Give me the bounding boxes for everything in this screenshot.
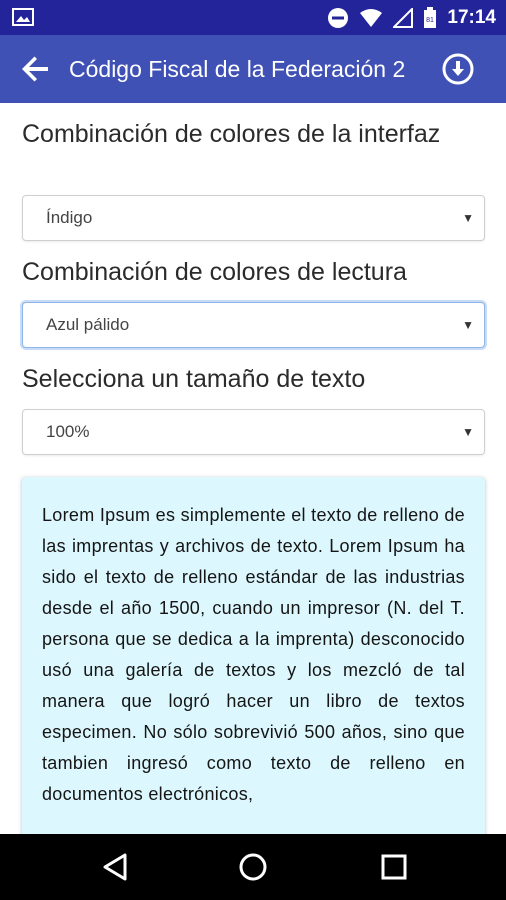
arrow-back-icon[interactable] [20,53,52,85]
reading-colors-label: Combinación de colores de lectura [22,258,407,286]
chevron-down-icon: ▼ [462,211,474,225]
home-circle-icon[interactable] [237,851,269,883]
page-title: Código Fiscal de la Federación 2 [69,56,406,82]
interface-colors-label: Combinación de colores de la interfaz [22,120,441,148]
status-bar: 81 17:14 [0,0,506,35]
text-size-value: 100% [46,422,90,441]
wifi-icon [360,8,383,27]
chevron-down-icon: ▼ [462,425,474,439]
do-not-disturb-icon [328,7,349,28]
app-bar: Código Fiscal de la Federación 2 [0,35,506,103]
svg-text:81: 81 [426,17,434,24]
recents-square-icon[interactable] [378,851,410,883]
download-icon[interactable] [442,53,474,85]
image-icon [12,8,34,26]
signal-icon [393,7,414,28]
text-size-label: Selecciona un tamaño de texto [22,365,366,393]
reading-colors-value: Azul pálido [46,315,130,334]
interface-colors-value: Índigo [46,208,93,227]
back-triangle-icon[interactable] [99,851,131,883]
reading-colors-select[interactable]: Azul pálido ▼ [22,302,485,348]
battery-icon: 81 [424,6,437,28]
text-size-select[interactable]: 100% ▼ [22,409,485,455]
preview-text: Lorem Ipsum es simplemente el texto de r… [42,505,465,804]
navigation-bar [0,834,506,900]
reading-preview: Lorem Ipsum es simplemente el texto de r… [22,477,485,857]
interface-colors-select[interactable]: Índigo ▼ [22,195,485,241]
status-time: 17:14 [447,6,496,28]
chevron-down-icon: ▼ [462,318,474,332]
